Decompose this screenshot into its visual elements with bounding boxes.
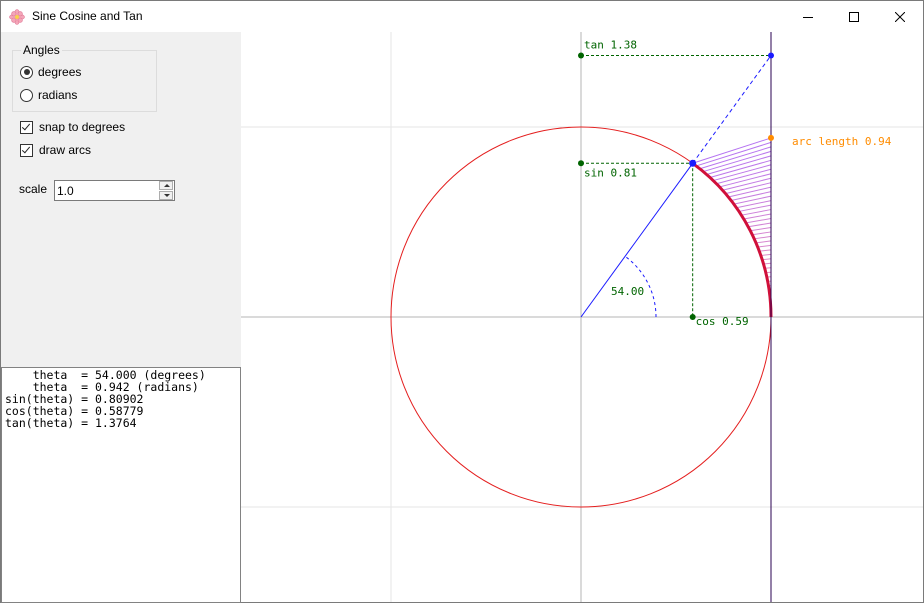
maximize-icon <box>849 11 859 22</box>
tan-dot <box>578 52 584 59</box>
maximize-button[interactable] <box>831 1 877 32</box>
snap-to-degrees-label: snap to degrees <box>39 120 126 134</box>
scale-spinner[interactable] <box>54 180 175 201</box>
draw-arcs-checkbox[interactable] <box>20 143 33 157</box>
arc-fan-line <box>745 218 772 224</box>
arc-end-dot <box>768 134 774 141</box>
output-textbox[interactable]: theta = 54.000 (degrees) theta = 0.942 (… <box>1 367 241 603</box>
degrees-label: degrees <box>38 65 82 79</box>
arc-fan <box>692 137 772 314</box>
spin-up-button[interactable] <box>159 181 173 190</box>
scale-input[interactable] <box>57 182 155 199</box>
arc-length-label: arc length 0.94 <box>792 135 892 148</box>
arc-length-highlight <box>691 162 773 318</box>
degrees-radio-option[interactable]: degrees <box>20 65 81 79</box>
cos-label: cos 0.59 <box>696 315 749 328</box>
radians-radio-option[interactable]: radians <box>20 88 77 102</box>
output-text: theta = 54.000 (degrees) theta = 0.942 (… <box>2 368 240 430</box>
degrees-radio[interactable] <box>20 65 33 79</box>
app-window: Sine Cosine and Tan Angles degrees radia… <box>0 0 924 603</box>
arc-fan-line <box>743 213 772 220</box>
arc-fan-line <box>752 231 772 236</box>
tangent-point-dot <box>768 52 774 59</box>
angles-group-label: Angles <box>21 43 62 57</box>
arc-fan-line <box>703 150 772 173</box>
angle-label: 54.00 <box>611 285 644 298</box>
close-button[interactable] <box>877 1 923 32</box>
sin-label: sin 0.81 <box>584 166 637 179</box>
arc-fan-line <box>731 191 772 202</box>
arc-fan-line <box>750 226 772 232</box>
angles-groupbox: Angles <box>12 43 157 112</box>
snap-to-degrees-option[interactable]: snap to degrees <box>20 120 125 134</box>
arc-fan-line <box>736 200 772 209</box>
circle-point-handle[interactable] <box>689 159 697 167</box>
minimize-button[interactable] <box>785 1 831 32</box>
arc-fan-line <box>748 222 772 228</box>
minimize-icon <box>803 16 813 18</box>
scale-label: scale <box>19 182 48 196</box>
close-icon <box>895 11 905 22</box>
controls-panel: Angles degrees radians snap to degrees d… <box>1 32 241 367</box>
snap-to-degrees-checkbox[interactable] <box>20 120 33 134</box>
draw-arcs-label: draw arcs <box>39 143 92 157</box>
radians-radio[interactable] <box>20 88 33 102</box>
draw-arcs-option[interactable]: draw arcs <box>20 143 91 157</box>
arc-fan-line <box>759 249 772 252</box>
radians-label: radians <box>38 88 78 102</box>
spin-down-button[interactable] <box>159 191 173 200</box>
window-title: Sine Cosine and Tan <box>32 9 143 23</box>
tan-label: tan 1.38 <box>584 38 637 51</box>
unit-circle-canvas[interactable]: tan 1.38 sin 0.81 cos 0.59 54.00 arc len… <box>241 32 923 602</box>
flower-icon <box>9 9 25 25</box>
arc-fan-line <box>757 244 772 248</box>
title-bar[interactable]: Sine Cosine and Tan <box>1 1 923 32</box>
arc-fan-line <box>716 168 772 185</box>
output-line-tan: tan(theta) = 1.3764 <box>5 416 137 430</box>
arc-fan-line <box>728 186 772 198</box>
arc-fan-line <box>733 195 772 205</box>
spinner-buttons <box>159 181 174 200</box>
radius-extension <box>692 55 772 164</box>
arc-fan-line <box>713 164 772 182</box>
arc-fan-line <box>754 235 772 240</box>
arc-fan-line <box>755 240 772 244</box>
